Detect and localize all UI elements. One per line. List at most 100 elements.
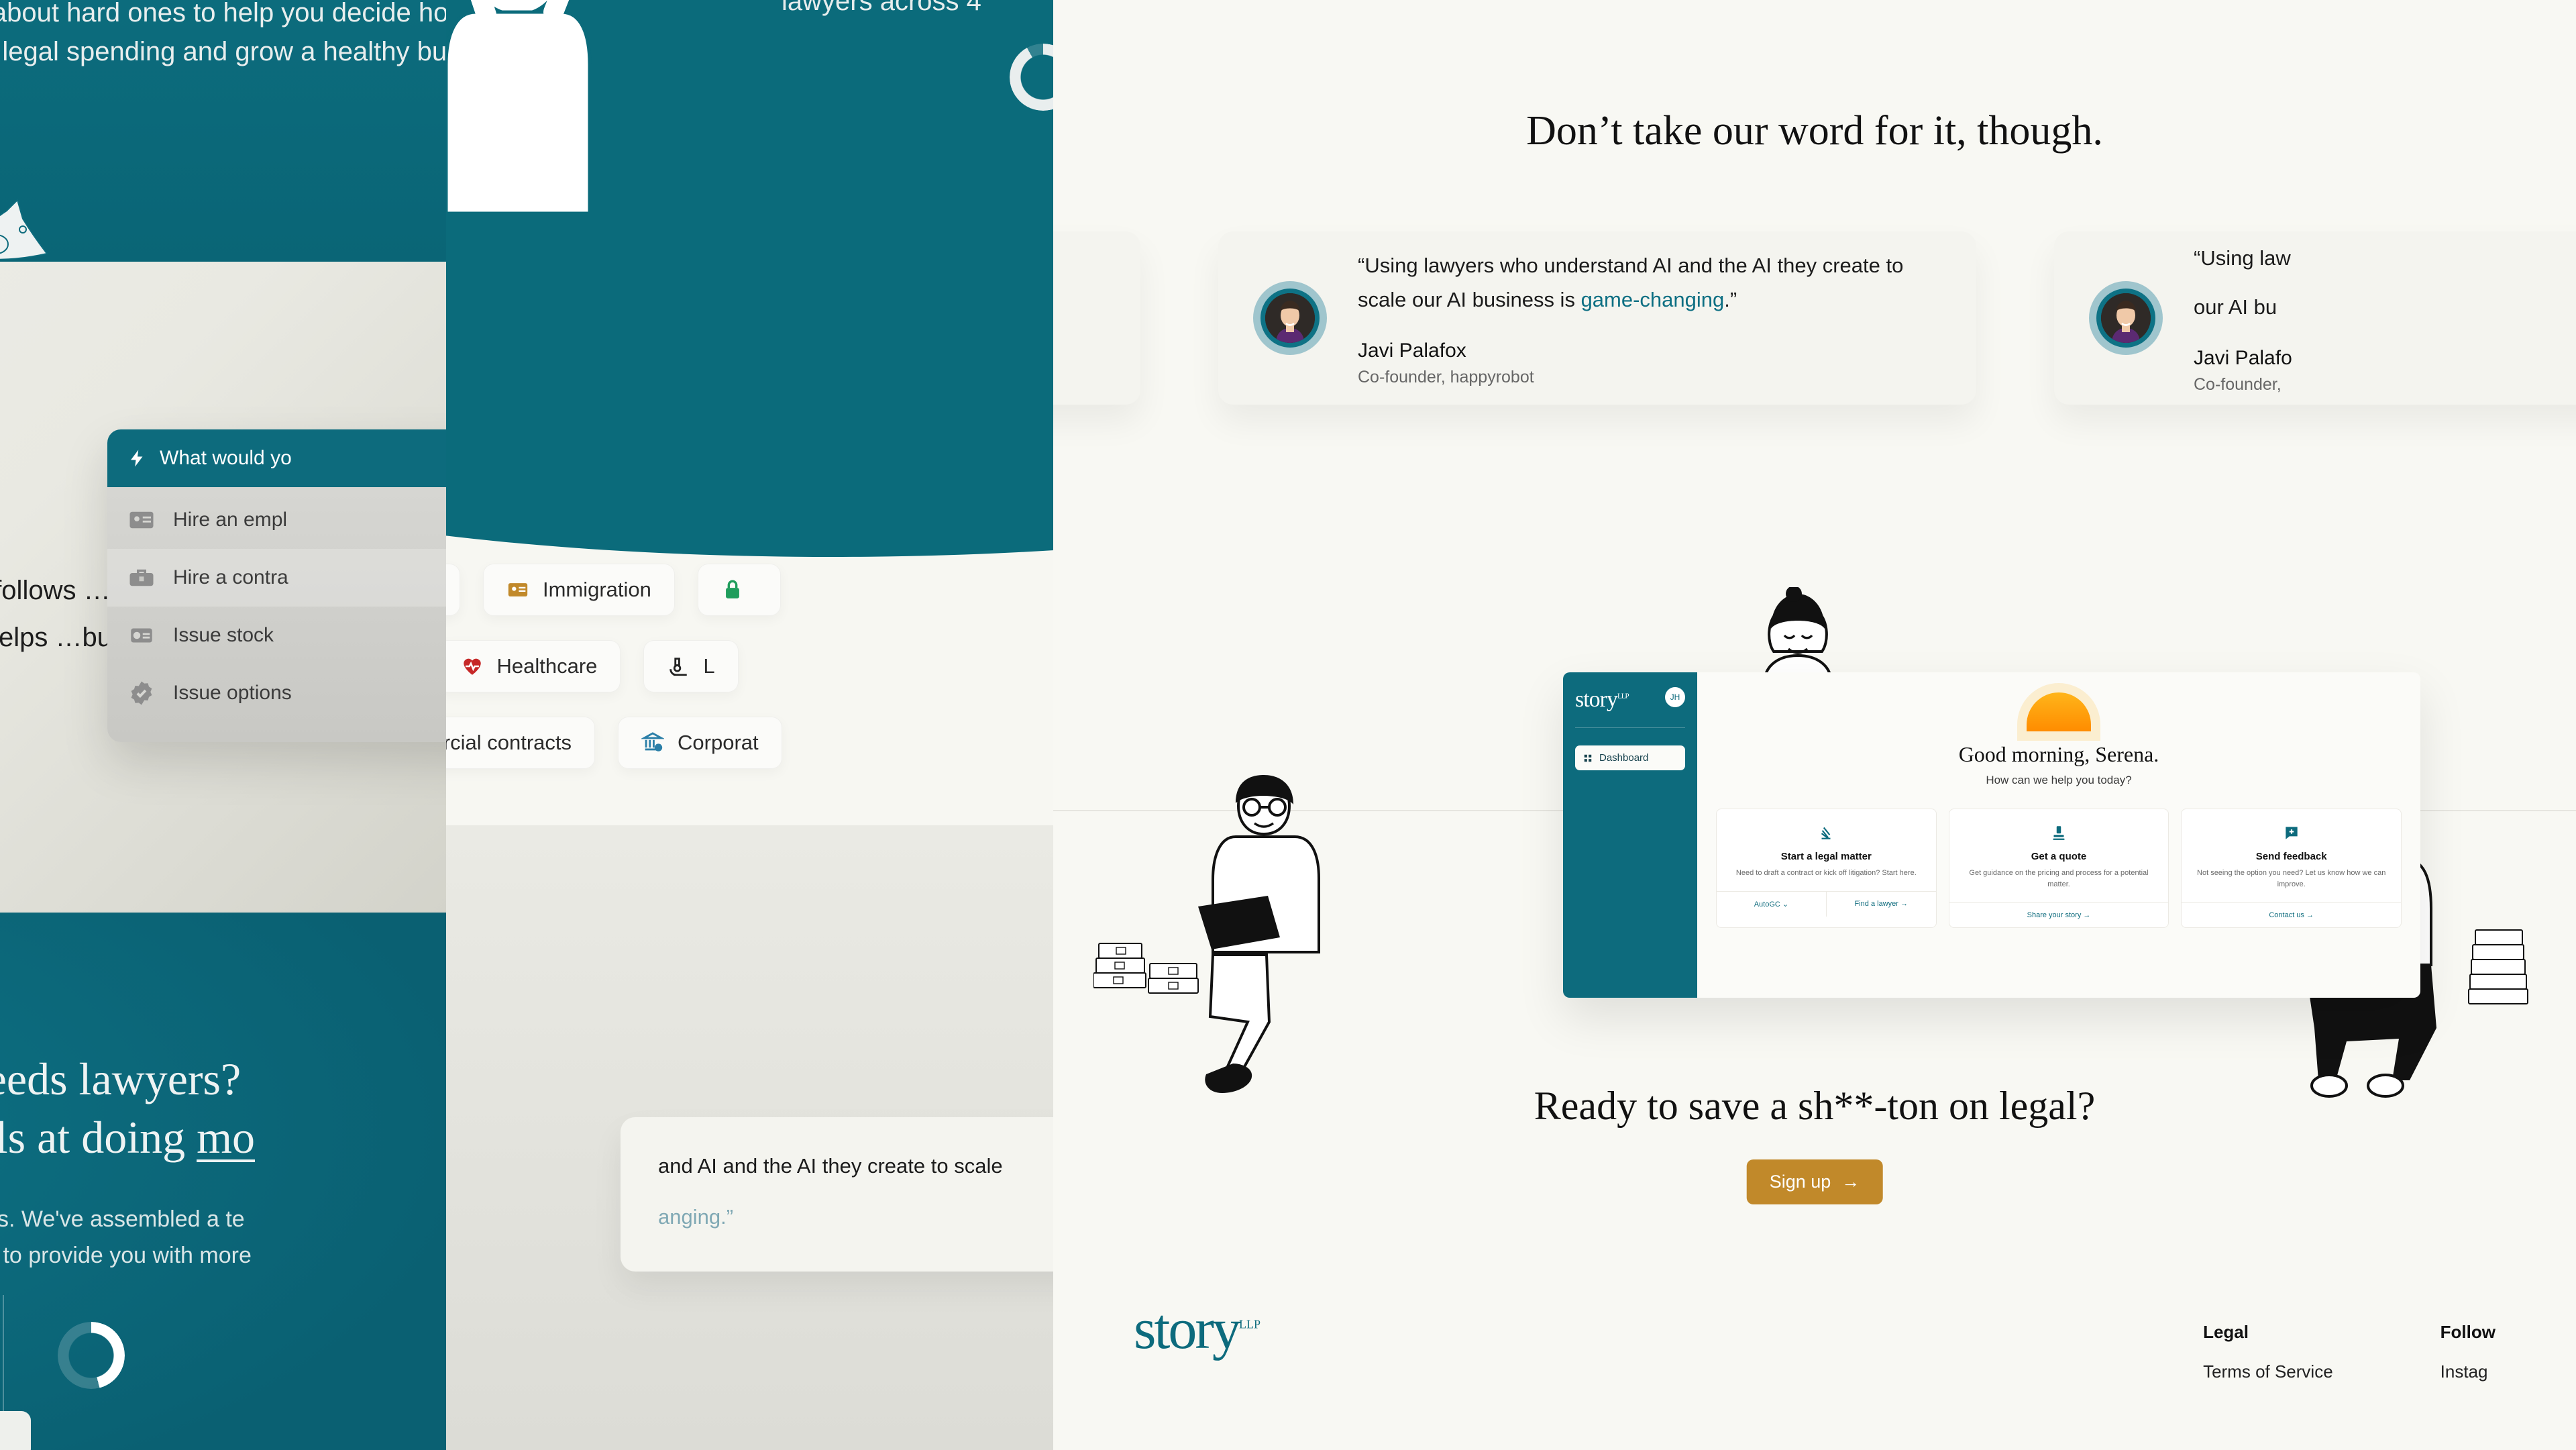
screenshot-stage: …and about hard ones to help you decide …: [0, 0, 2576, 1450]
right-page-content: Don’t take our word for it, though. and …: [1053, 0, 2576, 1450]
women-donut-chart: [1010, 43, 1053, 111]
microscope-icon: [669, 658, 688, 676]
tag-security[interactable]: [697, 564, 781, 616]
assistant-item-hire-employee[interactable]: Hire an empl: [107, 491, 446, 549]
footer-link-columns: Legal Terms of Service Follow Instag: [2203, 1295, 2496, 1382]
middle-viewport-panel: lawyers across 4 92% women: [446, 0, 1053, 1450]
footer-logo[interactable]: storyLLP: [1134, 1295, 1260, 1382]
action-link-contact-us[interactable]: Contact us →: [2182, 903, 2401, 927]
sidebar-item-dashboard[interactable]: Dashboard: [1575, 745, 1685, 770]
action-card-get-a-quote[interactable]: Get a quote Get guidance on the pricing …: [1948, 809, 2169, 929]
left-cta-heading-line1: work that needs lawyers?: [0, 1053, 241, 1104]
testimonial-card[interactable]: “Using law our AI bu Javi Palafo Co-foun…: [2054, 231, 2576, 405]
tag-commercial-contracts[interactable]: Commercial contracts: [446, 717, 596, 769]
tag-row-2: Fund formation Healthcare L: [446, 640, 1053, 717]
sunrise-icon: [2027, 692, 2091, 731]
tag-healthcare[interactable]: Healthcare: [446, 640, 621, 692]
tag-label: Commercial contracts: [446, 731, 572, 754]
action-card-desc: Need to draft a contract or kick off lit…: [1735, 869, 1917, 877]
testimonial-card[interactable]: “Using lawyers who understand AI and the…: [1218, 231, 1976, 405]
assistant-item-label: Hire a contra: [173, 566, 288, 588]
middle-header-fragment: lawyers across 4: [782, 0, 981, 16]
assistant-item-list: Hire an empl Hire a contra Issue stock I…: [107, 487, 446, 742]
right-viewport-panel: Don’t take our word for it, though. and …: [1053, 0, 2576, 1450]
assistant-item-hire-contractor[interactable]: Hire a contra: [107, 549, 446, 607]
woman-celebrating-illustration: [446, 0, 592, 215]
testimonial-card[interactable]: and AI and the AI they create to scale a…: [1053, 231, 1140, 405]
tag-label: Corporat: [678, 731, 759, 754]
footer-column-heading: Legal: [2203, 1322, 2249, 1342]
tag-corporate[interactable]: Corporat: [618, 717, 782, 769]
footer-column-legal: Legal Terms of Service: [2203, 1322, 2333, 1382]
middle-testimonial-line2: anging.”: [658, 1205, 734, 1229]
certificate-icon: [131, 628, 152, 643]
cash-bill-icon: [0, 199, 48, 260]
action-link-autogc[interactable]: AutoGC ⌄: [1717, 892, 1826, 917]
sign-up-button[interactable]: Sign up →: [1746, 1159, 1883, 1204]
left-cta-subcopy-line2: ous firms, allowing us to provide you wi…: [0, 1243, 252, 1269]
testimonial-quote-link[interactable]: game-changing: [1581, 288, 1725, 311]
tag-label: Healthcare: [496, 654, 598, 678]
assistant-item-issue-stock[interactable]: Issue stock: [107, 607, 446, 664]
scales-icon: [1821, 827, 1831, 839]
action-card-title: Get a quote: [2031, 851, 2087, 862]
avatar: [1253, 281, 1327, 355]
action-link-find-a-lawyer[interactable]: Find a lawyer →: [1825, 892, 1936, 917]
dashboard-action-cards: Start a legal matter Need to draft a con…: [1716, 809, 2402, 929]
lightning-bolt-icon: [131, 450, 143, 467]
badge-check-icon: [131, 681, 152, 705]
heartbeat-icon: [463, 658, 481, 675]
sign-up-label: Sign up: [1769, 1172, 1831, 1192]
assistant-card[interactable]: What would yo Hire an empl Hire a contra…: [107, 429, 446, 742]
practice-area-tag-cloud: ax law IP litigation Immigration: [446, 564, 1053, 793]
testimonial-author-name: Javi Palafo: [2194, 346, 2292, 369]
testimonial-author-name: Javi Palafox: [1358, 339, 1466, 362]
footer-link-instagram[interactable]: Instag: [2440, 1361, 2496, 1382]
id-card-icon: [129, 511, 154, 529]
action-card-send-feedback[interactable]: Send feedback Not seeing the option you …: [2181, 809, 2402, 929]
testimonial-quote-suffix: .”: [1724, 287, 1737, 311]
tag-life-sciences[interactable]: L: [643, 640, 739, 692]
footer-logo-suffix: LLP: [1239, 1317, 1261, 1331]
dashboard-logo[interactable]: storyLLP: [1575, 687, 1629, 713]
action-card-desc: Not seeing the option you need? Let us k…: [2197, 869, 2386, 889]
portrait-photo: [2101, 293, 2151, 343]
left-cta-heading-line2: lliance excels at doing: [0, 1112, 186, 1163]
final-cta-heading: Ready to save a sh**-ton on legal?: [1534, 1084, 2096, 1128]
tag-label: Immigration: [542, 578, 651, 601]
lock-icon: [725, 580, 739, 599]
product-dashboard-mockup[interactable]: storyLLP JH Dashboard Good morning, Sere…: [1563, 672, 2420, 998]
middle-page-content: lawyers across 4 92% women: [446, 0, 1053, 1450]
left-bottom-pill[interactable]: [0, 1411, 31, 1450]
testimonial-author-role: Co-founder,: [2194, 374, 2282, 394]
assistant-prompt-label: What would yo: [160, 447, 292, 469]
left-cta-heading: work that needs lawyers? lliance excels …: [0, 1050, 446, 1167]
stat-women: 92% women: [1010, 40, 1053, 113]
bank-shield-icon: [641, 732, 665, 752]
user-avatar-initials[interactable]: JH: [1665, 687, 1685, 707]
tag-ip-litigation[interactable]: IP litigation: [446, 564, 460, 616]
gavel-icon: [2053, 826, 2065, 840]
middle-testimonial-line1: and AI and the AI they create to scale: [658, 1154, 1003, 1178]
left-page-content: …and about hard ones to help you decide …: [0, 0, 446, 1450]
assistant-item-label: Hire an empl: [173, 509, 288, 531]
left-cta-subcopy-line1: – you're in good hands. We've assembled …: [0, 1206, 245, 1232]
left-intro-copy: …and about hard ones to help you decide …: [0, 0, 446, 66]
tag-immigration[interactable]: Immigration: [482, 564, 675, 616]
action-card-start-legal-matter[interactable]: Start a legal matter Need to draft a con…: [1716, 809, 1937, 929]
dashboard-subgreeting: How can we help you today?: [1986, 774, 2132, 786]
action-link-share-your-story[interactable]: Share your story →: [1949, 903, 2169, 927]
footer-column-heading: Follow: [2440, 1322, 2496, 1342]
left-cta-heading-link[interactable]: mo: [197, 1112, 255, 1163]
middle-testimonial-card[interactable]: and AI and the AI they create to scale a…: [621, 1117, 1053, 1272]
money-stack-icon: [1093, 943, 1199, 994]
toolbox-icon: [129, 569, 154, 586]
testimonials-carousel[interactable]: and AI and the AI they create to scale a…: [1053, 231, 2576, 405]
assistant-item-issue-options[interactable]: Issue options: [107, 664, 446, 722]
woman-peeking-illustration: [1762, 587, 1833, 681]
money-stack-icon: [2468, 929, 2528, 1004]
footer-link-terms-of-service[interactable]: Terms of Service: [2203, 1361, 2333, 1382]
action-card-title: Start a legal matter: [1780, 851, 1872, 862]
grid-icon: [1584, 754, 1592, 762]
tag-label: L: [703, 654, 715, 678]
